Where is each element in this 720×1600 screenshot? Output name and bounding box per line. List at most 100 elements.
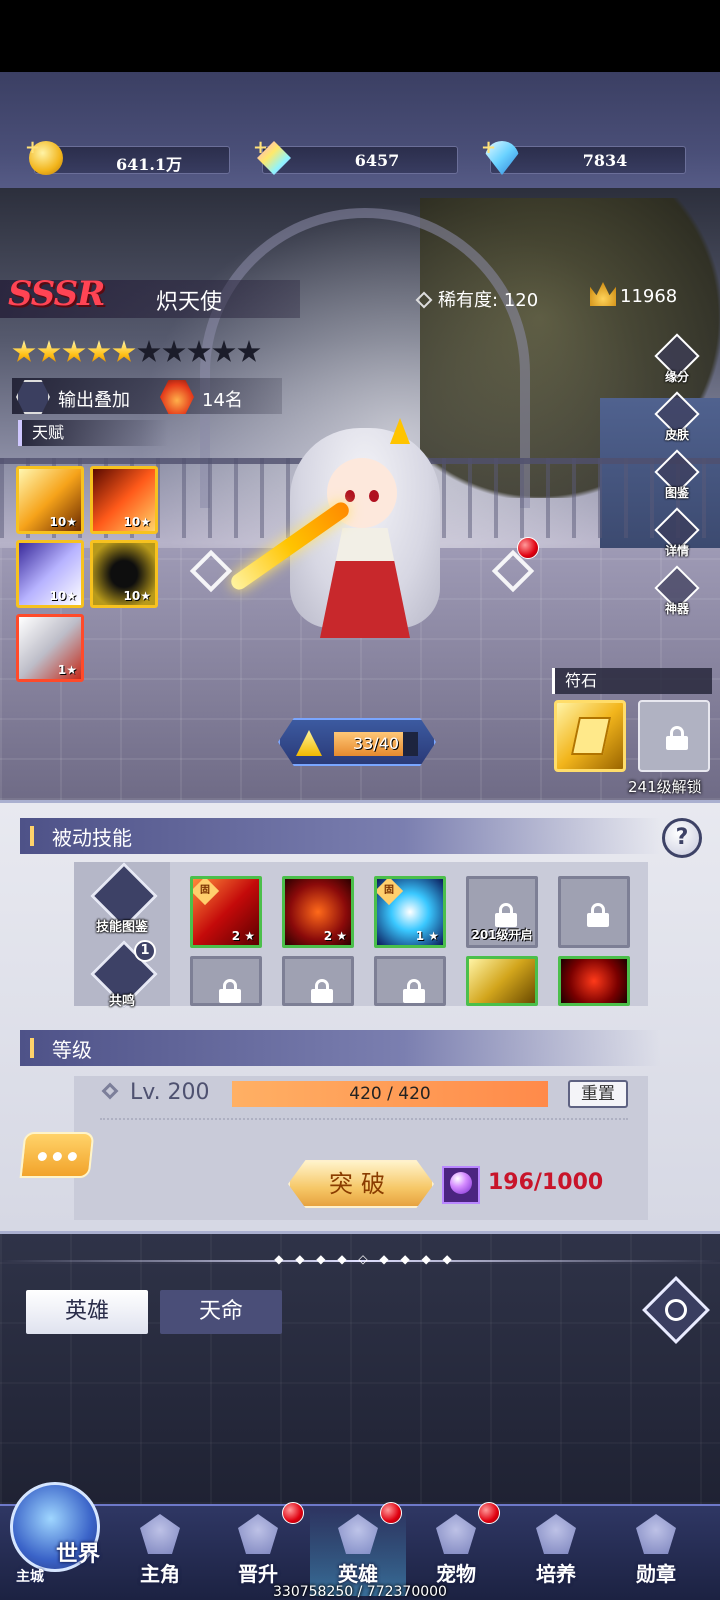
star-filled-icon <box>87 340 111 362</box>
skill-level: 2 ★ <box>323 929 347 943</box>
crystal-amount: 6457 <box>354 151 400 170</box>
lock-icon <box>403 979 425 1003</box>
rune-slot[interactable] <box>554 700 626 772</box>
star-filled-icon <box>62 340 86 362</box>
cultivate-icon <box>536 1514 576 1554</box>
talent-level: 10★ <box>49 589 77 603</box>
up-arrow-icon <box>296 730 322 756</box>
passive-skills-header: 被动技能 <box>20 818 660 854</box>
talent-slot[interactable]: 10★ <box>16 540 84 608</box>
power-value: 11968 <box>620 286 678 307</box>
diamond-amount: 7834 <box>582 151 628 170</box>
bond-button[interactable]: 缘分 <box>654 333 700 386</box>
rune-unlock-text: 241级解锁 <box>628 778 702 796</box>
star-filled-icon <box>37 340 61 362</box>
exp-total-readout: 330758250 / 772370000 <box>273 1584 447 1600</box>
crown-icon <box>590 282 616 306</box>
codex-button[interactable]: 图鉴 <box>654 449 700 502</box>
star-filled-icon <box>112 340 136 362</box>
passive-skill-locked[interactable] <box>190 956 262 1006</box>
world-label: 世界 <box>56 1542 101 1567</box>
passive-skill-locked[interactable] <box>282 956 354 1006</box>
fixed-tag: 固 <box>193 879 220 906</box>
tab-hero[interactable]: 英雄 <box>26 1290 148 1334</box>
purple-orb-icon <box>442 1166 480 1204</box>
tab-fate[interactable]: 天命 <box>160 1290 282 1334</box>
passive-skill-slot[interactable]: 2 ★ <box>282 876 354 948</box>
skill-level: 1 ★ <box>415 929 439 943</box>
passive-skill-slot[interactable] <box>466 956 538 1006</box>
world-button[interactable]: 世界 主城 <box>6 1474 106 1586</box>
talent-slot[interactable]: 10★ <box>90 540 158 608</box>
talent-slot[interactable]: 10★ <box>90 466 158 534</box>
skill-book-label: 技能图鉴 <box>95 920 148 935</box>
lower-background <box>0 1234 720 1504</box>
add-crystal-icon[interactable]: + <box>253 137 268 158</box>
level-title: 等级 <box>52 1038 92 1062</box>
star-empty-icon <box>162 340 186 362</box>
star-up-value: 33/40 <box>352 734 400 753</box>
skin-button[interactable]: 皮肤 <box>654 391 700 444</box>
protagonist-icon <box>140 1514 180 1554</box>
passive-skill-locked[interactable]: 201级开启 <box>466 876 538 948</box>
medal-icon <box>636 1514 676 1554</box>
diamond-bullet-icon <box>415 291 433 309</box>
notification-dot <box>380 1502 402 1524</box>
level-header: 等级 <box>20 1030 660 1066</box>
rarity: 稀有度: 120 <box>415 286 539 312</box>
gold-amount: 641.1万 <box>115 155 183 174</box>
talent-level: 10★ <box>123 515 151 529</box>
hero-level: Lv. 200 <box>101 1080 210 1105</box>
talent-label: 天赋 <box>18 420 168 446</box>
ornament-dots: ◆ ◆ ◆ ◆ ◇ ◆ ◆ ◆ ◆ <box>274 1252 456 1266</box>
hero-name: 炽天使 <box>156 290 223 315</box>
diamond-bullet-icon <box>101 1082 119 1100</box>
passive-skill-locked[interactable] <box>374 956 446 1006</box>
passive-skill-slot[interactable] <box>558 956 630 1006</box>
rune-label: 符石 <box>552 668 712 694</box>
star-empty-icon <box>212 340 236 362</box>
artifact-button[interactable]: 神器 <box>654 565 700 618</box>
details-button[interactable]: 详情 <box>654 507 700 560</box>
add-diamond-icon[interactable]: + <box>481 137 496 158</box>
skill-unlock-caption: 201级开启 <box>471 928 533 942</box>
talent-level: 10★ <box>49 515 77 529</box>
crystal-currency[interactable]: + 6457 <box>253 137 458 175</box>
star-up-progress[interactable]: 33/40 <box>278 718 436 766</box>
rarity-value: 120 <box>503 290 539 311</box>
help-button[interactable]: ? <box>662 818 702 858</box>
lock-icon <box>666 726 688 750</box>
add-gold-icon[interactable]: + <box>25 137 40 158</box>
talent-level: 1★ <box>57 663 77 677</box>
star-rating <box>12 340 262 364</box>
dotted-divider <box>100 1118 628 1120</box>
exp-bar: 420 / 420 <box>232 1081 548 1107</box>
rank-tag[interactable]: 14名 <box>202 386 243 412</box>
notification-dot <box>478 1502 500 1524</box>
fixed-tag: 固 <box>377 879 404 906</box>
rarity-label: 稀有度: <box>438 290 499 311</box>
eye-icon <box>660 1294 692 1326</box>
reset-button[interactable]: 重置 <box>568 1080 628 1108</box>
star-filled-icon <box>12 340 36 362</box>
breakthrough-material-count: 196/1000 <box>488 1170 604 1195</box>
passive-skill-slot[interactable]: 固 2 ★ <box>190 876 262 948</box>
passive-skill-slot[interactable]: 固 1 ★ <box>374 876 446 948</box>
breakthrough-button[interactable]: 突破 <box>288 1160 434 1208</box>
gold-currency[interactable]: + 641.1万 <box>25 137 230 175</box>
hero-helmet-icon <box>338 1514 378 1554</box>
talent-slot[interactable]: 10★ <box>16 466 84 534</box>
rune-slot-locked[interactable] <box>638 700 710 772</box>
hero-power: 11968 <box>590 282 677 307</box>
promotion-icon <box>238 1514 278 1554</box>
rune-stone-icon <box>570 717 612 755</box>
talent-slot[interactable]: 1★ <box>16 614 84 682</box>
chat-bubble-button[interactable] <box>19 1132 95 1178</box>
passive-skill-locked[interactable] <box>558 876 630 948</box>
main-city-label: 主城 <box>16 1569 44 1585</box>
hero-grade-badge: SSSR <box>8 274 105 314</box>
level-value: Lv. 200 <box>130 1080 210 1105</box>
diamond-currency[interactable]: + 7834 <box>481 137 686 175</box>
hero-character-figure[interactable] <box>228 418 480 658</box>
pet-icon <box>436 1514 476 1554</box>
